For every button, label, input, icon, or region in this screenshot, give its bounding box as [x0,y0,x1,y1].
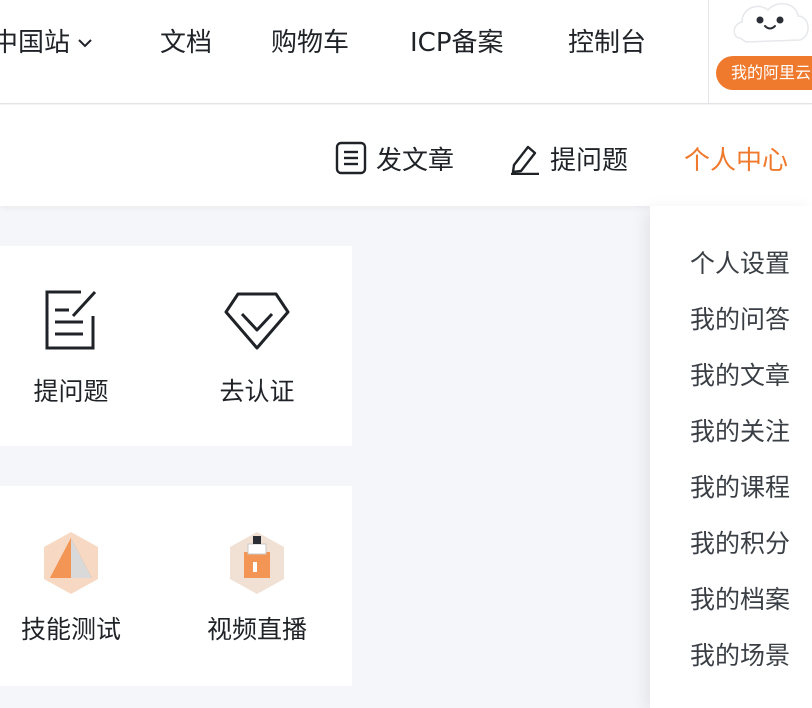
menu-item-settings[interactable]: 个人设置 [650,246,812,302]
write-article-label: 发文章 [376,145,455,176]
menu-item-my-scenes[interactable]: 我的场景 [650,638,812,694]
cloud-mascot-icon[interactable] [732,0,812,50]
quick-actions-card: 提问题 去认证 [0,246,352,446]
certify-tile[interactable]: 去认证 [172,288,342,408]
ask-question-button[interactable]: 提问题 [508,138,628,178]
chevron-down-icon [78,39,92,48]
live-stream-icon [230,532,284,594]
live-stream-tile-label: 视频直播 [206,615,307,644]
menu-item-my-follows[interactable]: 我的关注 [650,414,812,470]
skill-test-icon [44,532,98,594]
pen-icon [511,145,539,175]
menu-item-my-profile[interactable]: 我的档案 [650,582,812,638]
certify-tile-label: 去认证 [219,377,295,406]
learning-card: 技能测试 视频直播 [0,486,352,686]
personal-center-button[interactable]: 个人中心 [684,138,788,178]
live-stream-tile[interactable]: 视频直播 [172,530,342,646]
nav-divider [708,0,709,104]
menu-item-my-articles[interactable]: 我的文章 [650,358,812,414]
top-navigation: 中国站 文档 购物车 ICP备案 控制台 我的阿里云 [0,0,812,104]
personal-center-dropdown: 个人设置 我的问答 我的文章 我的关注 我的课程 我的积分 我的档案 我的场景 [650,206,812,708]
skill-test-tile[interactable]: 技能测试 [0,530,156,646]
nav-console-link[interactable]: 控制台 [568,26,646,60]
nav-icp-link[interactable]: ICP备案 [410,26,504,60]
ask-question-label: 提问题 [550,145,629,176]
edit-document-icon [45,290,97,350]
community-toolbar: 发文章 提问题 个人中心 [0,105,812,206]
my-aliyun-button[interactable]: 我的阿里云 [716,56,812,90]
site-selector-label: 中国站 [0,28,71,58]
nav-docs-link[interactable]: 文档 [160,26,212,60]
document-icon [335,141,367,175]
diamond-icon [224,292,290,350]
menu-item-my-courses[interactable]: 我的课程 [650,470,812,526]
skill-test-tile-label: 技能测试 [20,615,121,644]
menu-item-my-qa[interactable]: 我的问答 [650,302,812,358]
menu-item-my-points[interactable]: 我的积分 [650,526,812,582]
write-article-button[interactable]: 发文章 [334,138,454,178]
ask-question-tile-label: 提问题 [33,377,109,406]
nav-cart-link[interactable]: 购物车 [271,26,349,60]
ask-question-tile[interactable]: 提问题 [0,288,156,408]
site-selector[interactable]: 中国站 [0,26,94,60]
